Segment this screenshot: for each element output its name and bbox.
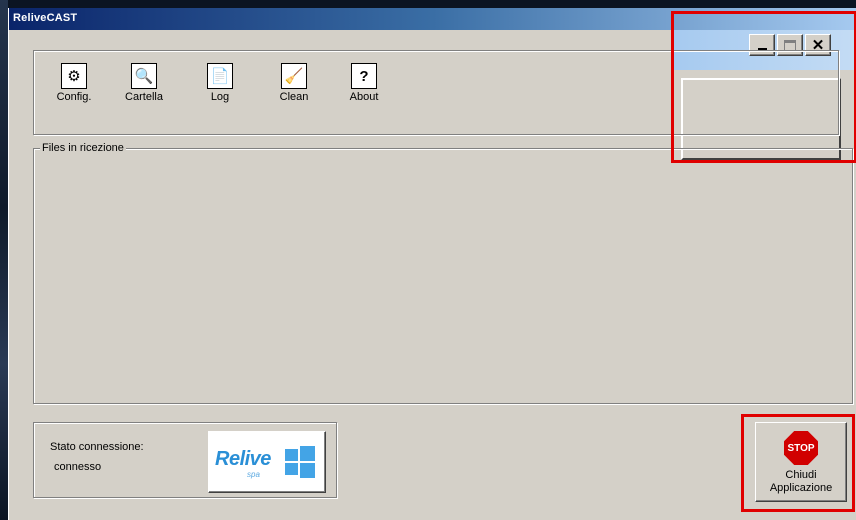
about-button[interactable]: ? About bbox=[340, 63, 388, 103]
stop-icon: STOP bbox=[784, 431, 818, 465]
files-panel-legend: Files in ricezione bbox=[40, 142, 126, 154]
clean-label: Clean bbox=[279, 91, 309, 103]
maximize-icon bbox=[784, 39, 796, 51]
config-label: Config. bbox=[56, 91, 92, 103]
relive-logo-button[interactable]: Relive spa bbox=[208, 431, 326, 493]
window-title: ReliveCAST bbox=[13, 12, 78, 24]
windows-logo-icon bbox=[285, 446, 315, 478]
log-icon: 📄 bbox=[207, 63, 233, 89]
clean-button[interactable]: 🧹 Clean bbox=[270, 63, 318, 103]
connection-status-panel: Stato connessione: connesso Relive spa bbox=[33, 422, 337, 498]
close-application-button[interactable]: STOP Chiudi Applicazione bbox=[755, 422, 847, 502]
close-application-label-line2: Applicazione bbox=[769, 482, 833, 494]
config-button[interactable]: ⚙ Config. bbox=[50, 63, 98, 103]
toolbar: ⚙ Config. 🔍 Cartella 📄 Log 🧹 Clean ? Abo… bbox=[33, 50, 839, 135]
connection-status-label: Stato connessione: bbox=[50, 441, 144, 453]
about-label: About bbox=[349, 91, 379, 103]
cartella-label: Cartella bbox=[125, 91, 163, 103]
relive-logo-sub: spa bbox=[247, 470, 260, 479]
relive-logo-text: Relive bbox=[215, 448, 271, 470]
broom-icon: 🧹 bbox=[281, 63, 307, 89]
close-application-label-line1: Chiudi bbox=[785, 469, 817, 481]
app-window: ReliveCAST ✕ ⚙ Config. 🔍 Cartella 📄 Log … bbox=[8, 8, 856, 520]
folder-search-icon: 🔍 bbox=[131, 63, 157, 89]
files-panel: Files in ricezione bbox=[33, 142, 853, 404]
title-bar[interactable]: ReliveCAST bbox=[9, 8, 856, 30]
help-icon: ? bbox=[351, 63, 377, 89]
log-label: Log bbox=[210, 91, 230, 103]
config-icon: ⚙ bbox=[61, 63, 87, 89]
connection-status-value: connesso bbox=[54, 461, 102, 473]
desktop-background bbox=[0, 0, 8, 520]
log-button[interactable]: 📄 Log bbox=[196, 63, 244, 103]
cartella-button[interactable]: 🔍 Cartella bbox=[120, 63, 168, 103]
